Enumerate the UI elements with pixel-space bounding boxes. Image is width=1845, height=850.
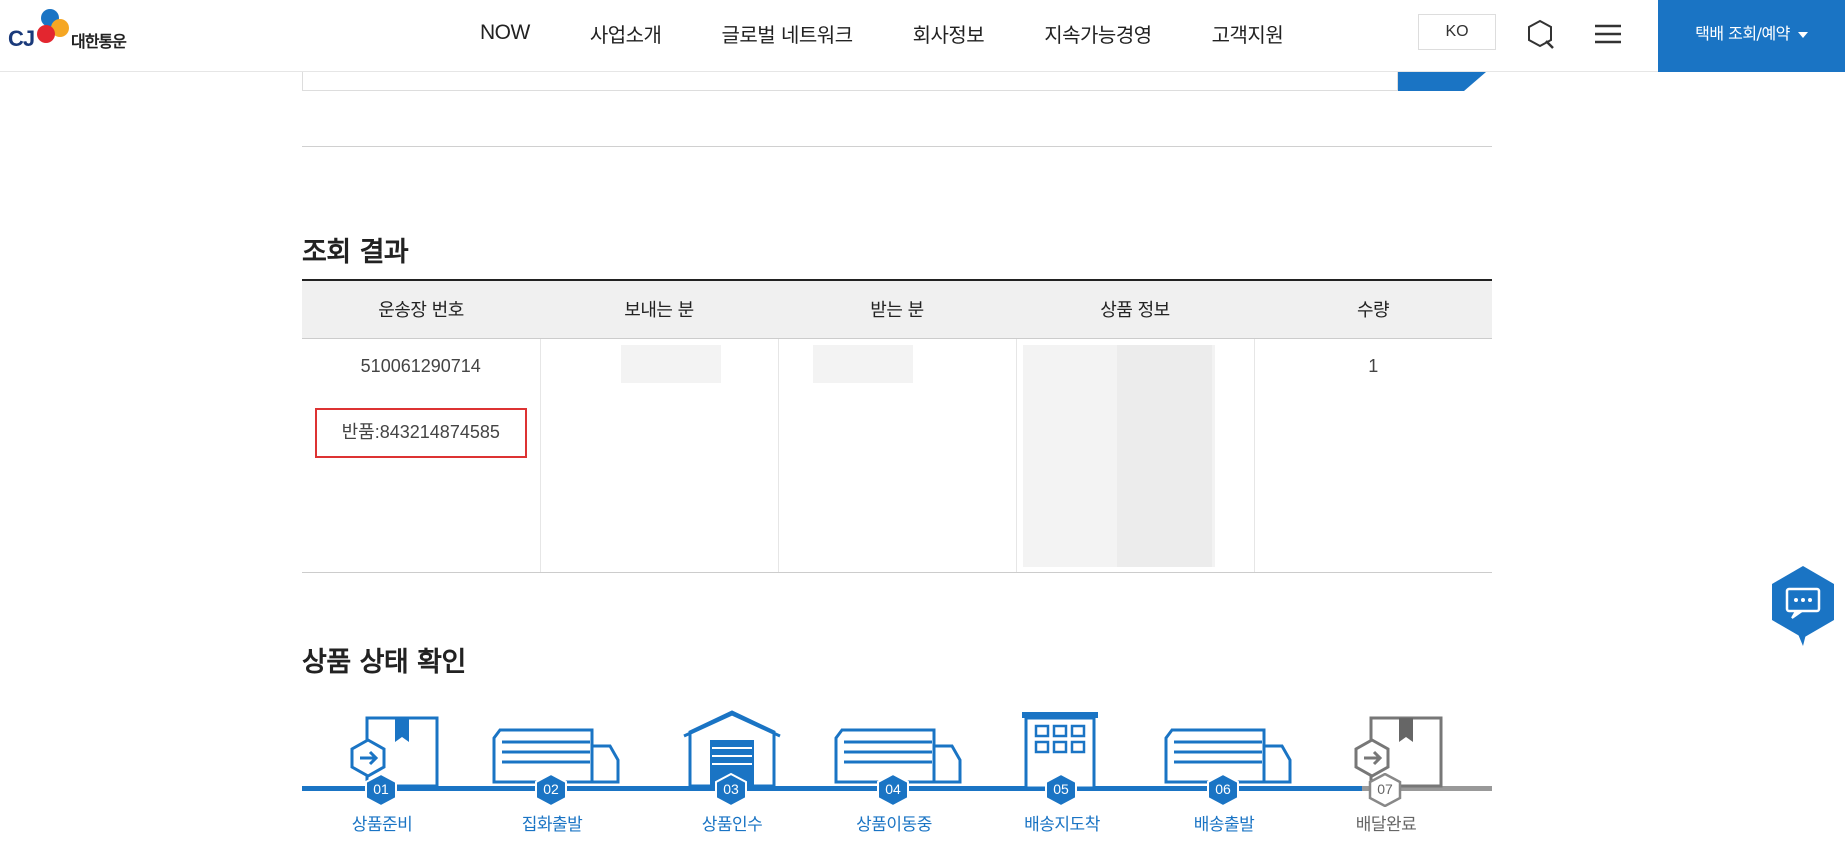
cell-product-info bbox=[1015, 338, 1254, 573]
search-icon[interactable] bbox=[1524, 18, 1556, 50]
cell-receiver bbox=[777, 338, 1016, 573]
sender-redacted bbox=[620, 344, 721, 383]
col-receiver: 받는 분 bbox=[778, 280, 1016, 339]
step-number: 05 bbox=[1053, 781, 1069, 797]
step-label: 집화출발 bbox=[521, 815, 583, 835]
step-label: 상품이동중 bbox=[856, 815, 932, 835]
caret-down-icon bbox=[1797, 31, 1808, 38]
cell-sender bbox=[539, 338, 778, 573]
parcel-track-button[interactable]: 택배 조회/예약 bbox=[1658, 0, 1845, 72]
results-table: 운송장 번호 보내는 분 받는 분 상품 정보 수량 510061290714 … bbox=[302, 279, 1492, 573]
step-arrived-destination: 05 배송지도착 bbox=[982, 710, 1142, 835]
col-tracking-number: 운송장 번호 bbox=[302, 280, 540, 339]
tracking-search-button[interactable] bbox=[1398, 72, 1486, 91]
step-label: 배송지도착 bbox=[1024, 815, 1100, 835]
tracking-number-value: 510061290714 bbox=[360, 355, 481, 376]
col-sender: 보내는 분 bbox=[540, 280, 778, 339]
main-nav: NOW 사업소개 글로벌 네트워크 회사정보 지속가능경영 고객지원 bbox=[480, 0, 1343, 66]
table-header-row: 운송장 번호 보내는 분 받는 분 상품 정보 수량 bbox=[302, 280, 1492, 339]
nav-item-customer-support[interactable]: 고객지원 bbox=[1212, 19, 1284, 48]
step-number: 07 bbox=[1377, 781, 1393, 797]
receiver-redacted bbox=[812, 344, 913, 383]
hamburger-menu-icon[interactable] bbox=[1592, 18, 1624, 50]
logo-cj-text: CJ bbox=[8, 26, 35, 51]
quantity-value: 1 bbox=[1368, 355, 1379, 376]
step-in-transit: 04 상품이동중 bbox=[814, 710, 974, 835]
cell-quantity: 1 bbox=[1253, 338, 1492, 573]
delivery-status-steps: 01 상품준비 02 집화출발 03 상품인수 04 상품이동중 05 배송지도… bbox=[302, 710, 1492, 850]
step-product-ready: 01 상품준비 bbox=[302, 710, 462, 835]
step-number: 02 bbox=[543, 781, 559, 797]
nav-item-sustainability[interactable]: 지속가능경영 bbox=[1044, 19, 1152, 48]
language-selector[interactable]: KO bbox=[1418, 14, 1496, 50]
step-label: 배송출발 bbox=[1193, 815, 1255, 835]
tracking-search-box[interactable] bbox=[302, 72, 1398, 91]
cell-tracking-number: 510061290714 반품:843214874585 bbox=[302, 338, 540, 573]
chat-bubble-icon[interactable] bbox=[1770, 564, 1836, 648]
col-product-info: 상품 정보 bbox=[1016, 280, 1254, 339]
nav-item-global-network[interactable]: 글로벌 네트워크 bbox=[721, 19, 853, 48]
step-pickup-departure: 02 집화출발 bbox=[472, 710, 632, 835]
step-number: 04 bbox=[885, 781, 901, 797]
step-product-received: 03 상품인수 bbox=[652, 710, 812, 835]
step-label: 배달완료 bbox=[1355, 815, 1417, 835]
results-title: 조회 결과 bbox=[302, 237, 409, 268]
col-quantity: 수량 bbox=[1254, 280, 1492, 339]
nav-item-company-info[interactable]: 회사정보 bbox=[913, 19, 985, 48]
step-out-for-delivery: 06 배송출발 bbox=[1144, 710, 1304, 835]
table-row: 510061290714 반품:843214874585 1 bbox=[302, 338, 1492, 573]
cj-logo[interactable]: CJ 대한통운 bbox=[8, 6, 148, 60]
status-title: 상품 상태 확인 bbox=[302, 647, 466, 678]
nav-item-business[interactable]: 사업소개 bbox=[590, 19, 662, 48]
logo-company-name: 대한통운 bbox=[71, 32, 127, 51]
nav-item-now[interactable]: NOW bbox=[480, 21, 530, 45]
step-number: 01 bbox=[373, 781, 389, 797]
site-header: CJ 대한통운 NOW 사업소개 글로벌 네트워크 회사정보 지속가능경영 고객… bbox=[0, 0, 1845, 72]
step-label: 상품인수 bbox=[701, 815, 763, 835]
step-delivered: 07 배달완료 bbox=[1306, 710, 1466, 835]
step-number: 03 bbox=[723, 781, 739, 797]
parcel-track-label: 택배 조회/예약 bbox=[1695, 24, 1790, 43]
return-tracking-number: 반품:843214874585 bbox=[314, 407, 527, 458]
step-number: 06 bbox=[1215, 781, 1231, 797]
section-divider bbox=[302, 146, 1492, 147]
cj-logo-mark-icon bbox=[37, 9, 69, 43]
step-label: 상품준비 bbox=[351, 815, 413, 835]
product-info-redacted-inner bbox=[1116, 344, 1212, 567]
